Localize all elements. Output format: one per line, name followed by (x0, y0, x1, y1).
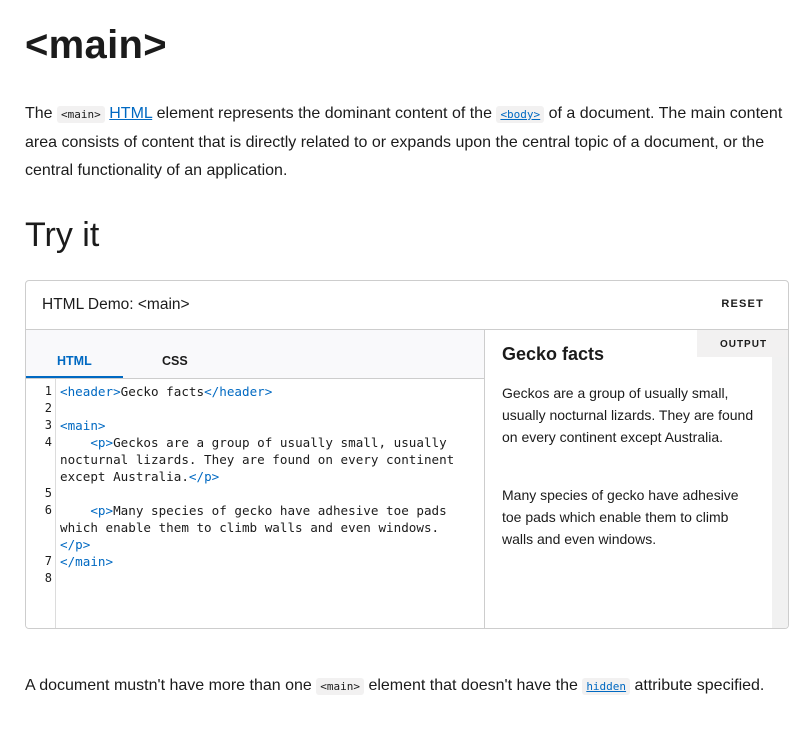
code-tag: <p> (90, 503, 114, 518)
line-number: 4 (44, 435, 52, 449)
code-line: <main> (60, 417, 480, 434)
code-text: nocturnal lizards. They are found on eve… (60, 452, 455, 467)
intro-text: element represents the dominant content … (156, 105, 492, 122)
intro-text: The (25, 105, 53, 122)
page-title: <main> (25, 23, 167, 67)
code-content: <header>Gecko facts</header> <main> <p>Ge… (60, 383, 480, 587)
code-tag: </main> (60, 554, 114, 569)
line-number: 6 (44, 503, 52, 517)
code-tag: </p> (188, 469, 220, 484)
output-scrollbar[interactable] (772, 357, 788, 628)
code-line: except Australia.</p> (60, 468, 480, 485)
code-line: </p> (60, 536, 480, 553)
footer-text: attribute specified. (634, 677, 765, 694)
demo-title: HTML Demo: <main> (42, 296, 190, 313)
footer-paragraph: A document mustn't have more than one <m… (25, 672, 785, 701)
code-text: Geckos are a group of usually small, usu… (113, 435, 447, 450)
main-element-code: <main> (316, 678, 364, 695)
code-text: Gecko facts (120, 384, 205, 399)
html-link[interactable]: HTML (109, 105, 152, 122)
code-line: </main> (60, 553, 480, 570)
code-editor-panel: HTML CSS 1 2 3 4 5 6 7 8 <header>Gecko f… (26, 330, 485, 628)
output-heading: Gecko facts (502, 344, 605, 364)
code-tag: <main> (60, 418, 106, 433)
code-line: which enable them to climb walls and eve… (60, 519, 480, 536)
try-it-heading: Try it (25, 216, 100, 254)
code-line: <header>Gecko facts</header> (60, 383, 480, 400)
output-paragraph: Geckos are a group of usually small, usu… (502, 385, 754, 445)
line-number: 2 (44, 401, 52, 415)
output-panel: OUTPUT Gecko facts Geckos are a group of… (485, 330, 788, 628)
line-number-gutter: 1 2 3 4 5 6 7 8 (26, 379, 56, 628)
reset-button[interactable]: RESET (721, 298, 764, 310)
line-number: 8 (44, 571, 52, 585)
code-line: <p>Many species of gecko have adhesive t… (60, 502, 480, 519)
code-text: Many species of gecko have adhesive toe … (113, 503, 447, 518)
code-line: <p>Geckos are a group of usually small, … (60, 434, 480, 451)
footer-text: A document mustn't have more than one (25, 677, 312, 694)
output-label: OUTPUT (697, 330, 788, 357)
code-text: which enable them to climb walls and eve… (60, 520, 440, 535)
code-tag: </header> (204, 384, 273, 399)
demo-header: HTML Demo: <main> RESET (26, 281, 788, 330)
hidden-attribute-link[interactable]: hidden (582, 678, 631, 695)
main-element-code: <main> (57, 106, 105, 123)
line-number: 3 (44, 418, 52, 432)
line-number: 1 (44, 384, 52, 398)
editor-tabs: HTML CSS (26, 330, 484, 379)
footer-text: element that doesn't have the (368, 677, 578, 694)
code-tag: </p> (60, 537, 91, 552)
code-tag: <header> (60, 384, 121, 399)
output-paragraph: Many species of gecko have adhesive toe … (502, 487, 739, 547)
line-number: 7 (44, 554, 52, 568)
code-line: nocturnal lizards. They are found on eve… (60, 451, 480, 468)
interactive-demo: HTML Demo: <main> RESET HTML CSS 1 2 3 4… (25, 280, 789, 629)
body-element-link[interactable]: <body> (496, 106, 545, 123)
tab-css[interactable]: CSS (162, 354, 188, 368)
code-editor[interactable]: 1 2 3 4 5 6 7 8 <header>Gecko facts</hea… (26, 379, 484, 628)
active-tab-indicator (26, 376, 123, 378)
intro-paragraph: The <main> HTML element represents the d… (25, 100, 785, 185)
line-number: 5 (44, 486, 52, 500)
tab-html[interactable]: HTML (57, 354, 92, 368)
code-text: except Australia. (60, 469, 189, 484)
code-tag: <p> (90, 435, 114, 450)
